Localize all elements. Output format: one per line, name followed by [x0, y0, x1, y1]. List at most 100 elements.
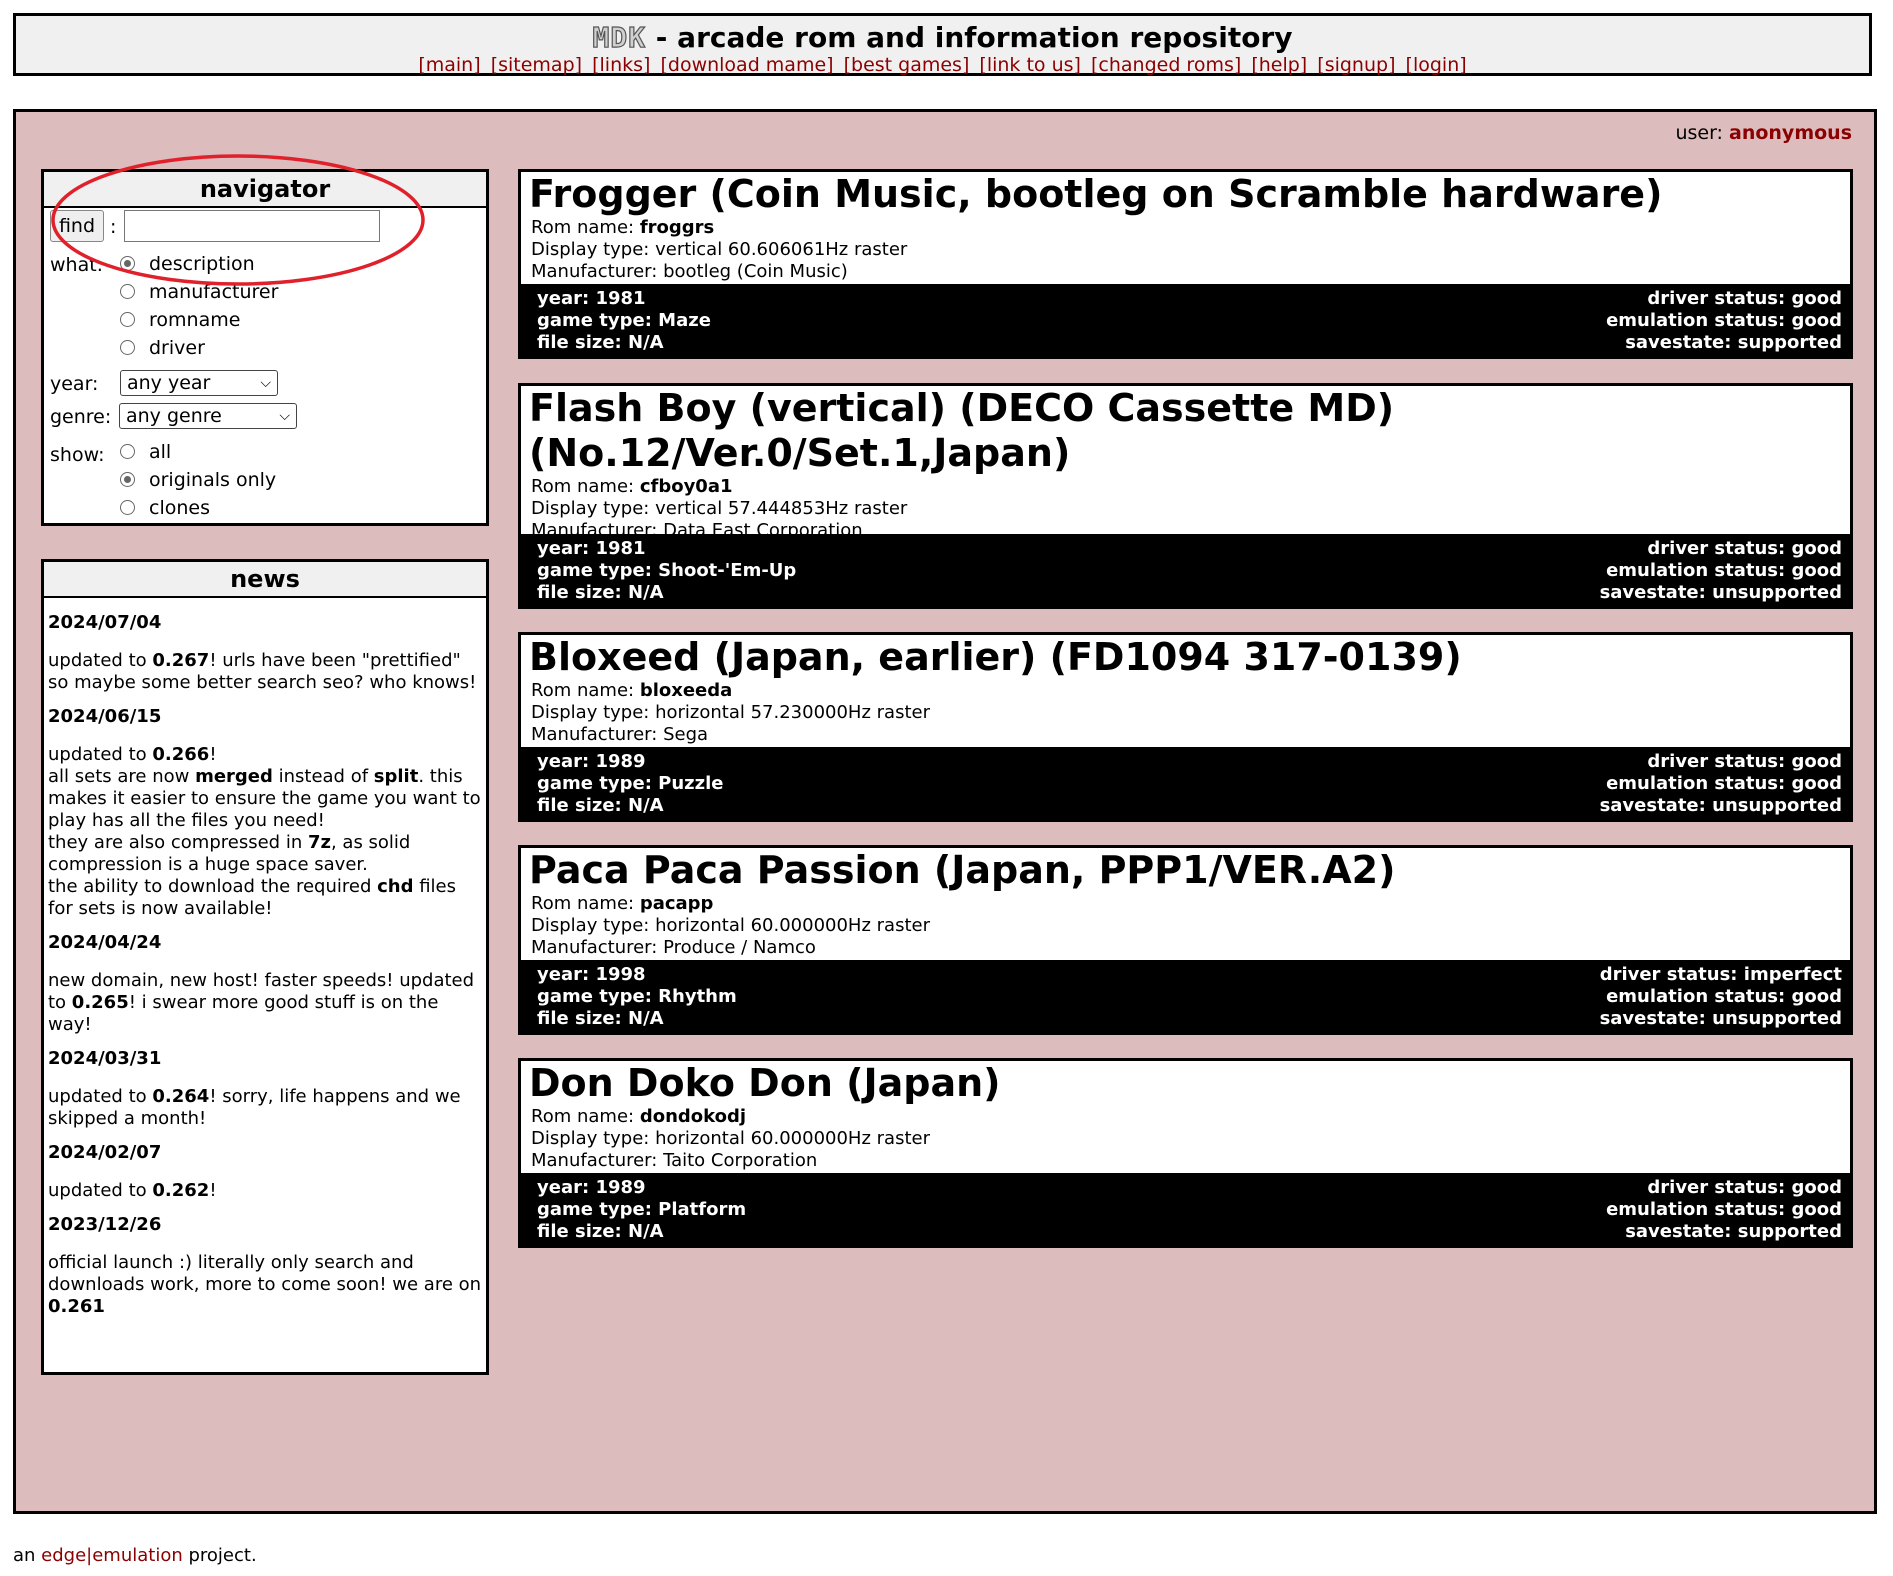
- manufacturer-row: Manufacturer: Taito Corporation: [531, 1150, 818, 1171]
- user-name-link[interactable]: anonymous: [1729, 122, 1852, 144]
- what-option-manufacturer[interactable]: manufacturer: [120, 280, 278, 304]
- game-type-field: game type: Puzzle: [537, 773, 724, 794]
- game-title[interactable]: Don Doko Don (Japan): [529, 1061, 1850, 1106]
- show-option-clones[interactable]: clones: [120, 496, 210, 520]
- radio-driver[interactable]: [120, 340, 135, 355]
- radio-romname[interactable]: [120, 312, 135, 327]
- genre-select[interactable]: any genre ⌵: [119, 403, 297, 429]
- nav-help[interactable]: [help]: [1251, 54, 1307, 76]
- navigator-box: navigator find : what: description manuf…: [41, 169, 489, 526]
- savestate-field: savestate: supported: [1625, 332, 1842, 353]
- radio-originals-only[interactable]: [120, 472, 135, 487]
- game-info: Rom name: bloxeeda Display type: horizont…: [531, 680, 1850, 746]
- search-input[interactable]: [124, 210, 380, 242]
- manufacturer-row: Manufacturer: bootleg (Coin Music): [531, 261, 848, 282]
- driver-status-field: driver status: imperfect: [1599, 964, 1842, 985]
- radio-manufacturer[interactable]: [120, 284, 135, 299]
- news-text: updated to 0.262!: [48, 1180, 217, 1201]
- display-type-row: Display type: horizontal 60.000000Hz ras…: [531, 1128, 930, 1149]
- emulation-status-field: emulation status: good: [1606, 560, 1842, 581]
- nav-download-mame[interactable]: [download mame]: [660, 54, 833, 76]
- game-status-bar: year: 1981 game type: Maze file size: N/A d…: [521, 284, 1850, 356]
- emulation-status-field: emulation status: good: [1606, 773, 1842, 794]
- driver-status-field: driver status: good: [1647, 538, 1842, 559]
- rom-name: froggrs: [639, 217, 715, 238]
- year-field: year: 1989: [537, 751, 646, 772]
- game-type-field: game type: Rhythm: [537, 986, 737, 1007]
- game-card: Frogger (Coin Music, bootleg on Scramble…: [518, 169, 1853, 359]
- radio-description[interactable]: [120, 256, 135, 271]
- edge-emulation-link[interactable]: edge|emulation: [41, 1545, 183, 1566]
- driver-status-field: driver status: good: [1647, 751, 1842, 772]
- display-type-row: Display type: vertical 60.606061Hz raste…: [531, 239, 908, 260]
- file-size-field: file size: N/A: [537, 1221, 664, 1242]
- rom-name-row: Rom name: cfboy0a1: [531, 476, 733, 497]
- savestate-field: savestate: unsupported: [1599, 582, 1842, 603]
- show-option-originals[interactable]: originals only: [120, 468, 276, 492]
- news-date: 2024/07/04: [48, 612, 162, 633]
- game-status-bar: year: 1998 game type: Rhythm file size: N/…: [521, 960, 1850, 1032]
- nav-login[interactable]: [login]: [1406, 54, 1467, 76]
- manufacturer-row: Manufacturer: Sega: [531, 724, 709, 745]
- radio-clones[interactable]: [120, 500, 135, 515]
- news-text: updated to 0.264! sorry, life happens an…: [48, 1086, 461, 1129]
- game-title[interactable]: Paca Paca Passion (Japan, PPP1/VER.A2): [529, 848, 1850, 893]
- nav-changed-roms[interactable]: [changed roms]: [1091, 54, 1241, 76]
- news-text: new domain, new host! faster speeds! upd…: [48, 970, 475, 1035]
- rom-name: cfboy0a1: [639, 476, 733, 497]
- news-text: official launch :) literally only search…: [48, 1252, 482, 1317]
- find-button[interactable]: find: [50, 210, 104, 242]
- year-select[interactable]: any year ⌵: [120, 370, 278, 396]
- news-date: 2024/04/24: [48, 932, 162, 953]
- nav-links[interactable]: [links]: [592, 54, 650, 76]
- site-title: MDK - arcade rom and information reposit…: [592, 21, 1293, 54]
- game-title[interactable]: Flash Boy (vertical) (DECO Cassette MD) …: [529, 386, 1850, 476]
- site-logo[interactable]: MDK: [592, 21, 646, 54]
- game-info: Rom name: froggrs Display type: vertical …: [531, 217, 1850, 283]
- game-info: Rom name: pacapp Display type: horizontal…: [531, 893, 1850, 959]
- what-label: what:: [50, 254, 104, 276]
- what-option-romname[interactable]: romname: [120, 308, 240, 332]
- radio-all[interactable]: [120, 444, 135, 459]
- rom-name: pacapp: [639, 893, 714, 914]
- driver-status-field: driver status: good: [1647, 1177, 1842, 1198]
- game-type-field: game type: Shoot-'Em-Up: [537, 560, 797, 581]
- main-panel: user: anonymous navigator find : what: d…: [13, 109, 1877, 1514]
- news-box: news 2024/07/04 updated to 0.267! urls ha…: [41, 559, 489, 1375]
- emulation-status-field: emulation status: good: [1606, 986, 1842, 1007]
- game-title[interactable]: Frogger (Coin Music, bootleg on Scramble…: [529, 172, 1850, 217]
- top-nav: [main] [sitemap] [links] [download mame]…: [16, 54, 1869, 76]
- what-option-description[interactable]: description: [120, 252, 255, 276]
- savestate-field: savestate: unsupported: [1599, 795, 1842, 816]
- nav-best-games[interactable]: [best games]: [844, 54, 970, 76]
- game-info: Rom name: dondokodj Display type: horizon…: [531, 1106, 1850, 1172]
- chevron-down-icon: ⌵: [279, 408, 290, 424]
- rom-name-row: Rom name: pacapp: [531, 893, 714, 914]
- site-header: MDK - arcade rom and information reposit…: [13, 13, 1872, 76]
- year-label: year:: [50, 373, 99, 395]
- show-option-all[interactable]: all: [120, 440, 171, 464]
- game-card: Don Doko Don (Japan) Rom name: dondokodj D…: [518, 1058, 1853, 1248]
- game-info: Rom name: cfboy0a1 Display type: vertical…: [531, 476, 1850, 542]
- nav-signup[interactable]: [signup]: [1317, 54, 1395, 76]
- game-status-bar: year: 1989 game type: Platform file size: …: [521, 1173, 1850, 1245]
- file-size-field: file size: N/A: [537, 582, 664, 603]
- nav-main[interactable]: [main]: [418, 54, 480, 76]
- news-title: news: [44, 562, 486, 598]
- file-size-field: file size: N/A: [537, 332, 664, 353]
- news-date: 2024/03/31: [48, 1048, 162, 1069]
- nav-link-to-us[interactable]: [link to us]: [979, 54, 1081, 76]
- news-date: 2023/12/26: [48, 1214, 162, 1235]
- game-status-bar: year: 1981 game type: Shoot-'Em-Up file si…: [521, 534, 1850, 606]
- rom-name-row: Rom name: dondokodj: [531, 1106, 747, 1127]
- rom-name: bloxeeda: [639, 680, 733, 701]
- genre-label: genre:: [50, 406, 112, 428]
- news-date: 2024/06/15: [48, 706, 162, 727]
- file-size-field: file size: N/A: [537, 795, 664, 816]
- nav-sitemap[interactable]: [sitemap]: [491, 54, 582, 76]
- rom-name-row: Rom name: bloxeeda: [531, 680, 733, 701]
- what-option-driver[interactable]: driver: [120, 336, 205, 360]
- emulation-status-field: emulation status: good: [1606, 1199, 1842, 1220]
- driver-status-field: driver status: good: [1647, 288, 1842, 309]
- game-title[interactable]: Bloxeed (Japan, earlier) (FD1094 317-013…: [529, 635, 1850, 680]
